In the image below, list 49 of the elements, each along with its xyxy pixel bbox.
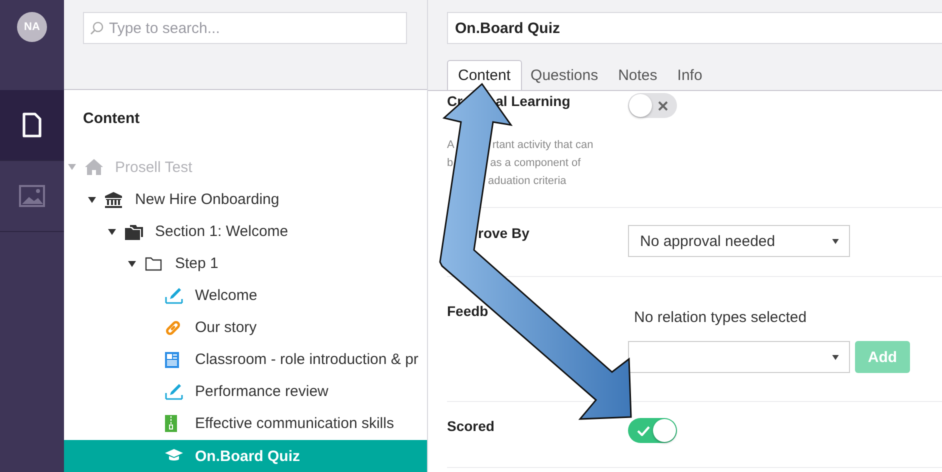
archive-icon [165,415,177,432]
document-nav-button[interactable] [0,90,64,161]
tab[interactable]: Content [447,60,522,90]
graduation-cap-icon [165,449,183,464]
search-field[interactable]: Type to search... [83,12,407,44]
relations-note: No relation types selected [633,308,808,328]
close-icon [658,100,668,110]
name-field[interactable]: On.Board Quiz [447,12,942,44]
field-description: rtant activity that can [492,138,594,153]
caret-icon[interactable] [108,228,116,235]
tree-item[interactable]: Step 1 [64,248,427,280]
toggle-switch[interactable] [628,418,677,443]
link-icon [165,320,181,336]
caret-icon[interactable] [88,196,96,203]
tab[interactable]: Notes [607,60,668,90]
folder-icon [145,256,162,272]
field-description: A [447,138,454,153]
caret-icon [832,238,839,244]
tab[interactable]: Info [666,60,714,90]
caret-icon [832,354,839,360]
caret-icon[interactable] [128,260,136,267]
tree-heading: Content [83,110,140,127]
field-description: aduation criteria [488,174,566,189]
field-label: Scored [447,418,494,434]
field-label: al Learning [496,93,570,109]
tree-item[interactable]: Welcome [64,280,427,312]
tree-item[interactable]: New Hire Onboarding [64,183,427,216]
bank-icon [105,192,122,208]
check-icon [637,426,650,436]
field-description: as a component of [490,156,581,171]
folder-icon [125,224,143,240]
image-icon [19,185,45,207]
approval-select[interactable]: No approval needed [628,225,850,257]
tree-item[interactable]: Effective communication skills [64,408,427,440]
field-label: Feedb [447,303,488,319]
field-description: b [447,156,454,171]
pencil-icon [165,287,183,304]
document-icon [165,352,179,368]
document-icon [22,112,42,138]
tree-item[interactable]: Classroom - role introduction & pr [64,344,427,376]
pencil-icon [165,383,183,400]
tree-item[interactable]: Section 1: Welcome [64,216,427,248]
tree-item[interactable]: Our story [64,312,427,344]
field-label: rove By [478,225,530,241]
search-icon [90,21,104,35]
home-icon [85,159,103,176]
tab[interactable]: Questions [520,60,610,90]
toggle-switch[interactable] [628,93,677,118]
tree-item[interactable]: Performance review [64,376,427,408]
